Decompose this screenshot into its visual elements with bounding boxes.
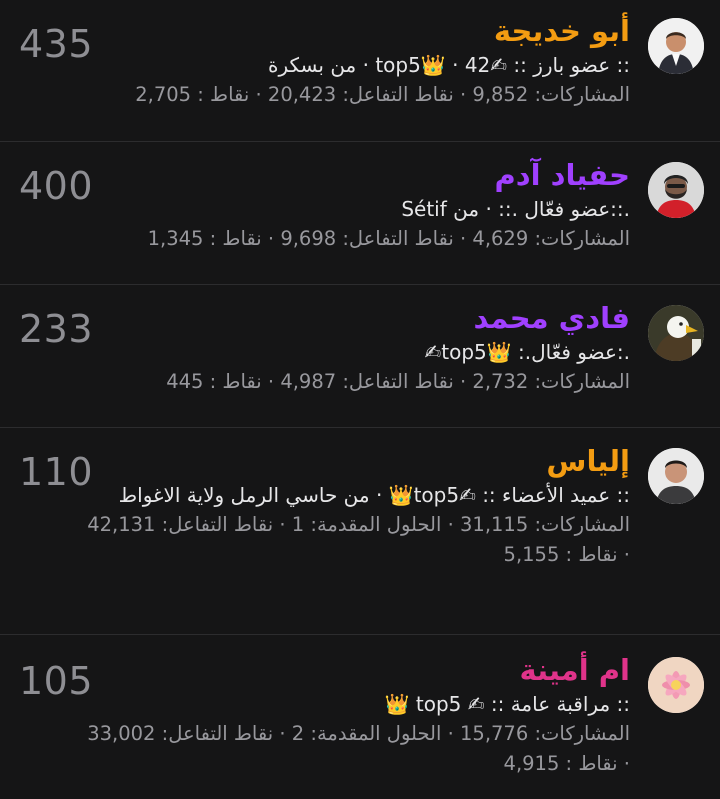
member-stats: المشاركات: 31,115 · الحلول المقدمة: 1 · …	[87, 513, 630, 536]
bearded-man-avatar-icon	[648, 162, 704, 218]
man-in-suit-avatar-icon	[648, 18, 704, 74]
flower-avatar-icon	[648, 657, 704, 713]
member-stats: المشاركات: 9,852 · نقاط التفاعل: 20,423 …	[135, 83, 630, 106]
member-title: .::عضو فعّال .:: · من Sétif	[401, 197, 630, 221]
member-stats-continued: · نقاط : 4,915	[503, 752, 630, 775]
member-title: :: عميد الأعضاء :: ✍top5👑 · من حاسي الرم…	[118, 483, 630, 507]
avatar[interactable]	[648, 448, 704, 504]
list-item[interactable]: 435 أبو خديجة :: عضو بارز :: ✍top5👑 · 42…	[0, 0, 720, 142]
avatar[interactable]	[648, 657, 704, 713]
members-list: 435 أبو خديجة :: عضو بارز :: ✍top5👑 · 42…	[0, 0, 720, 799]
member-stats: المشاركات: 15,776 · الحلول المقدمة: 2 · …	[87, 722, 630, 745]
member-title: :: مراقبة عامة :: ✍ top5 👑	[384, 692, 630, 716]
member-stats: المشاركات: 4,629 · نقاط التفاعل: 9,698 ·…	[147, 227, 630, 250]
man-portrait-avatar-icon	[648, 448, 704, 504]
list-item[interactable]: 110 إلياس :: عميد الأعضاء :: ✍top5👑 · من…	[0, 428, 720, 635]
list-item[interactable]: 233 فادي محمد .:عضو فعّال.: 👑top5✍ المشا…	[0, 285, 720, 428]
member-name[interactable]: أبو خديجة	[18, 12, 630, 50]
member-name[interactable]: إلياس	[18, 442, 630, 480]
member-name[interactable]: فادي محمد	[18, 299, 630, 337]
member-stats: المشاركات: 2,732 · نقاط التفاعل: 4,987 ·…	[166, 370, 630, 393]
avatar[interactable]	[648, 18, 704, 74]
list-item[interactable]: 400 حفياد آدم .::عضو فعّال .:: · من Séti…	[0, 142, 720, 285]
eagle-avatar-icon	[648, 305, 704, 361]
member-stats-continued: · نقاط : 5,155	[503, 543, 630, 566]
member-name[interactable]: حفياد آدم	[18, 156, 630, 194]
member-title: .:عضو فعّال.: 👑top5✍	[424, 340, 630, 364]
member-name[interactable]: ام أمينة	[18, 651, 630, 689]
list-item[interactable]: 105 ام أمينة :: مراقبة عامة :: ✍ top5 👑 …	[0, 635, 720, 799]
member-title: :: عضو بارز :: ✍top5👑 · 42 · من بسكرة	[268, 53, 630, 77]
avatar[interactable]	[648, 162, 704, 218]
avatar[interactable]	[648, 305, 704, 361]
